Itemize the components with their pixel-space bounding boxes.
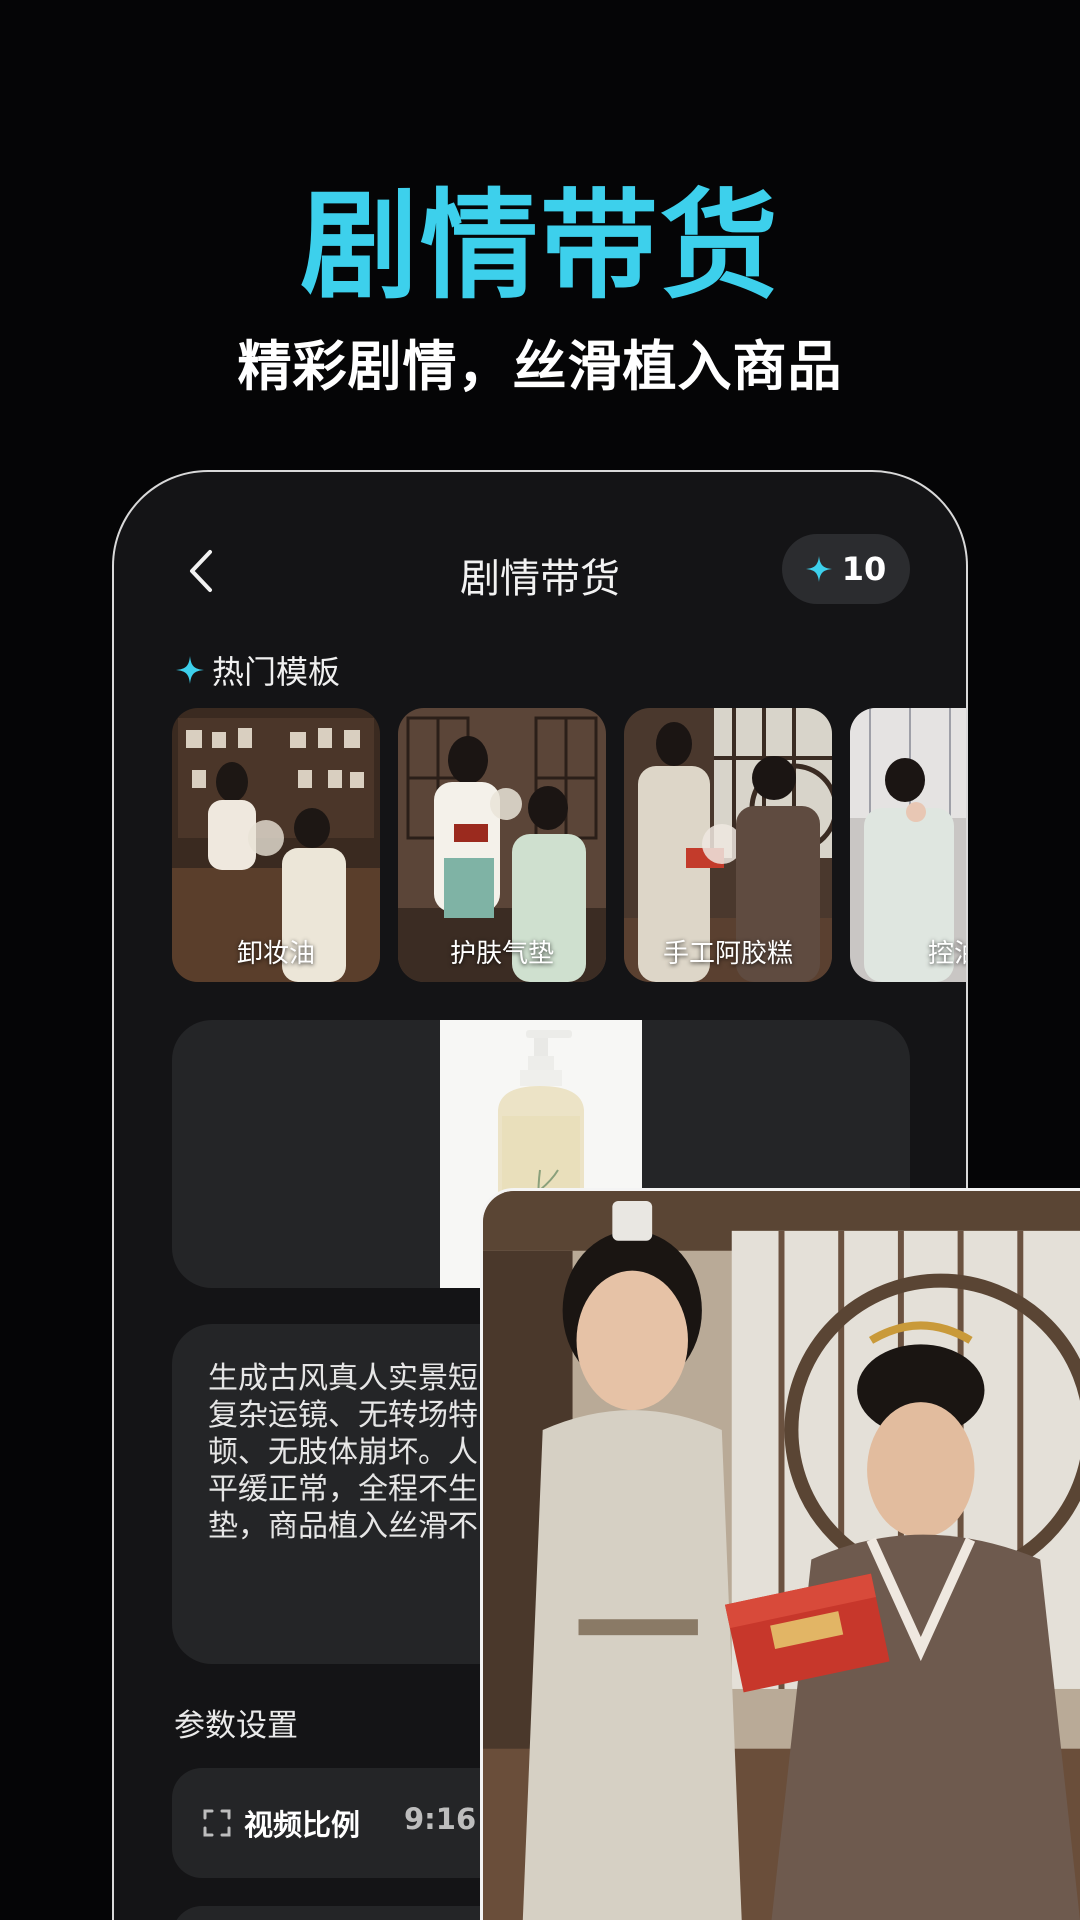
hero-subtitle: 精彩剧情，丝滑植入商品 bbox=[237, 335, 843, 398]
template-label: 护肤气垫 bbox=[449, 939, 554, 969]
nav-bar: 剧情带货 10 bbox=[114, 532, 966, 612]
hot-templates-header: 热门模板 bbox=[174, 647, 340, 693]
sparkle-icon bbox=[805, 556, 832, 582]
credit-badge[interactable]: 10 bbox=[782, 534, 910, 604]
sparkle-icon bbox=[176, 656, 204, 684]
aspect-ratio-icon bbox=[203, 1809, 231, 1837]
template-card[interactable]: 护肤气垫 bbox=[398, 708, 606, 982]
ratio-label: 视频比例 bbox=[244, 1808, 361, 1842]
section-label: 热门模板 bbox=[212, 653, 341, 691]
template-card[interactable]: 手工阿胶糕 bbox=[624, 708, 832, 982]
ratio-value: 9:16 bbox=[404, 1802, 477, 1836]
template-label: 手工阿胶糕 bbox=[662, 939, 793, 969]
hero-title: 剧情带货 bbox=[299, 177, 780, 315]
template-card[interactable]: 卸妆油 bbox=[172, 708, 380, 982]
template-carousel[interactable]: 卸妆油 护肤气垫 手工阿胶糕 控 bbox=[172, 708, 966, 982]
credit-count: 10 bbox=[841, 550, 887, 588]
template-label: 控油 bbox=[927, 939, 966, 969]
preview-video-frame bbox=[480, 1188, 1080, 1920]
template-label: 卸妆油 bbox=[236, 939, 315, 969]
prompt-text: 生成古风真人实景短 复杂运镜、无转场特 顿、无肢体崩坏。人 平缓正常，全程不生 … bbox=[208, 1361, 478, 1544]
preview-image bbox=[483, 1191, 1080, 1920]
template-card[interactable]: 控油 bbox=[850, 708, 966, 982]
params-section-label: 参数设置 bbox=[174, 1708, 298, 1744]
promo-page: 剧情带货 精彩剧情，丝滑植入商品 剧情带货 10 热门模板 卸妆油 护肤气垫 手… bbox=[0, 0, 1080, 1920]
